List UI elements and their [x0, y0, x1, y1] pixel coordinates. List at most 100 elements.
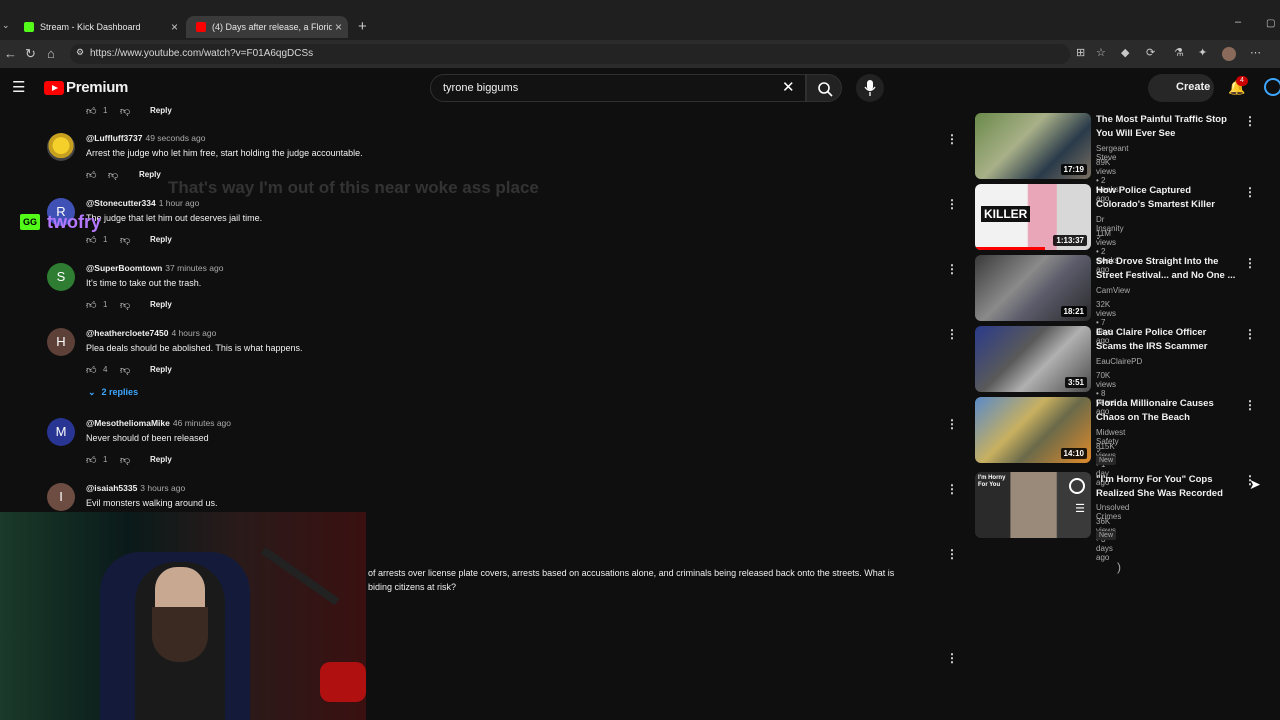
reload-icon[interactable]: ↻: [25, 46, 36, 62]
comment-more-icon[interactable]: ⋮: [946, 327, 958, 341]
avatar[interactable]: M: [47, 418, 75, 446]
hamburger-menu-icon[interactable]: ☰: [12, 78, 25, 96]
new-badge: New: [1096, 531, 1117, 540]
install-app-icon[interactable]: ⊞: [1076, 46, 1085, 59]
like-icon[interactable]: 👍︎: [86, 364, 96, 376]
video-thumbnail[interactable]: KILLER 1:13:37: [975, 184, 1091, 250]
video-more-icon[interactable]: ⋮: [1244, 185, 1256, 199]
comment-more-icon[interactable]: ⋮: [946, 132, 958, 146]
avatar[interactable]: S: [47, 263, 75, 291]
video-more-icon[interactable]: ⋮: [1244, 256, 1256, 270]
like-icon[interactable]: 👍︎: [86, 299, 96, 311]
comment-time[interactable]: 3 hours ago: [140, 483, 185, 493]
close-tab-icon[interactable]: ×: [171, 20, 178, 34]
account-avatar-icon[interactable]: [1264, 78, 1280, 96]
video-thumbnail[interactable]: 17:19: [975, 113, 1091, 179]
dislike-icon[interactable]: 👎︎: [108, 169, 118, 181]
video-thumbnail[interactable]: 18:21: [975, 255, 1091, 321]
dislike-icon[interactable]: 👎︎: [120, 105, 130, 117]
video-title[interactable]: She Drove Straight Into the Street Festi…: [1096, 255, 1236, 282]
youtube-logo-icon[interactable]: [44, 81, 64, 95]
tab-kick-dashboard[interactable]: Stream - Kick Dashboard ×: [14, 16, 184, 38]
kick-badge-icon: GG: [20, 214, 40, 230]
comment-author[interactable]: @isaiah5335: [86, 483, 137, 493]
profile-avatar-icon[interactable]: [1222, 47, 1236, 61]
comment-time[interactable]: 37 minutes ago: [165, 263, 223, 273]
webcam-beard: [152, 607, 208, 662]
avatar[interactable]: I: [47, 483, 75, 511]
search-button[interactable]: [806, 74, 842, 102]
comment-more-icon[interactable]: ⋮: [946, 262, 958, 276]
video-more-icon[interactable]: ⋮: [1244, 114, 1256, 128]
channel-name[interactable]: EauClairePD: [1096, 357, 1142, 366]
dislike-icon[interactable]: 👎︎: [120, 299, 130, 311]
avatar[interactable]: H: [47, 328, 75, 356]
extension-icon[interactable]: ⟳: [1146, 46, 1155, 59]
like-icon[interactable]: 👍︎: [86, 105, 96, 117]
comment-more-icon[interactable]: ⋮: [946, 417, 958, 431]
reply-button[interactable]: Reply: [150, 300, 172, 309]
like-icon[interactable]: 👍︎: [86, 169, 96, 181]
bookmark-star-icon[interactable]: ☆: [1096, 46, 1106, 59]
comment-author[interactable]: @Stonecutter334: [86, 198, 156, 208]
close-tab-icon[interactable]: ×: [335, 20, 342, 34]
reply-button[interactable]: Reply: [139, 170, 161, 179]
comment-time[interactable]: 49 seconds ago: [145, 133, 205, 143]
video-title[interactable]: Florida Millionaire Causes Chaos on The …: [1096, 397, 1236, 424]
dislike-icon[interactable]: 👎︎: [120, 454, 130, 466]
watch-later-icon[interactable]: [1069, 478, 1085, 494]
reply-button[interactable]: Reply: [150, 235, 172, 244]
reply-button[interactable]: Reply: [150, 455, 172, 464]
create-button[interactable]: Create: [1148, 74, 1214, 102]
view-replies-button[interactable]: ⌄ 2 replies: [88, 387, 138, 398]
comment-author[interactable]: @MesotheliomaMike: [86, 418, 170, 428]
comment-more-icon[interactable]: ⋮: [946, 547, 958, 561]
video-title[interactable]: Eau Claire Police Officer Scams the IRS …: [1096, 326, 1236, 353]
back-icon[interactable]: ←: [4, 46, 17, 61]
site-info-icon[interactable]: ⚙: [76, 47, 84, 58]
channel-name[interactable]: CamView: [1096, 286, 1130, 295]
dislike-icon[interactable]: 👎︎: [120, 234, 130, 246]
video-title[interactable]: The Most Painful Traffic Stop You Will E…: [1096, 113, 1236, 140]
comment-author[interactable]: @heathercloete7450: [86, 328, 168, 338]
video-more-icon[interactable]: ⋮: [1244, 327, 1256, 341]
browser-menu-icon[interactable]: ⋯: [1250, 46, 1261, 59]
like-icon[interactable]: 👍︎: [86, 454, 96, 466]
video-title[interactable]: How Police Captured Colorado's Smartest …: [1096, 184, 1236, 211]
video-duration: 3:51: [1064, 377, 1087, 388]
comment-time[interactable]: 1 hour ago: [159, 198, 200, 208]
video-more-icon[interactable]: ⋮: [1244, 398, 1256, 412]
video-title[interactable]: "I'm Horny For You" Cops Realized She Wa…: [1096, 473, 1236, 500]
youtube-premium-logo[interactable]: Premium: [66, 79, 128, 96]
voice-search-button[interactable]: [856, 74, 884, 102]
restore-window-icon[interactable]: ▢: [1266, 18, 1275, 29]
extension-icon[interactable]: ⚗: [1174, 46, 1184, 59]
video-thumbnail[interactable]: 3:51: [975, 326, 1091, 392]
video-thumbnail[interactable]: I'm Horny For You ☰: [975, 472, 1091, 538]
like-icon[interactable]: 👍︎: [86, 234, 96, 246]
new-tab-icon[interactable]: +: [358, 18, 367, 35]
comment-more-icon[interactable]: ⋮: [946, 482, 958, 496]
tab-youtube-video[interactable]: (4) Days after release, a Florida m ×: [186, 16, 348, 38]
search-input[interactable]: tyrone biggums: [430, 74, 806, 102]
comment-time[interactable]: 46 minutes ago: [173, 418, 231, 428]
comment-time[interactable]: 4 hours ago: [171, 328, 216, 338]
dislike-icon[interactable]: 👎︎: [120, 364, 130, 376]
video-thumbnail[interactable]: 14:10: [975, 397, 1091, 463]
add-to-queue-icon[interactable]: ☰: [1075, 502, 1085, 515]
url-bar[interactable]: ⚙ https://www.youtube.com/watch?v=F01A6q…: [70, 44, 1070, 64]
youtube-header: ☰ Premium tyrone biggums ✕ + Create 🔔 4: [0, 68, 1280, 108]
avatar[interactable]: [47, 133, 75, 161]
extension-icon[interactable]: ◆: [1121, 46, 1129, 59]
comment-author[interactable]: @SuperBoomtown: [86, 263, 162, 273]
reply-button[interactable]: Reply: [150, 365, 172, 374]
comment-author[interactable]: @Luffluff3737: [86, 133, 142, 143]
extensions-puzzle-icon[interactable]: ✦: [1198, 46, 1207, 59]
comment-more-icon[interactable]: ⋮: [946, 197, 958, 211]
reply-button[interactable]: Reply: [150, 106, 172, 115]
minimize-window-icon[interactable]: –: [1235, 16, 1241, 28]
tab-list-icon[interactable]: ⌄: [2, 20, 10, 31]
clear-search-icon[interactable]: ✕: [782, 78, 795, 96]
comment-more-icon[interactable]: ⋮: [946, 651, 958, 665]
home-icon[interactable]: ⌂: [47, 46, 55, 61]
